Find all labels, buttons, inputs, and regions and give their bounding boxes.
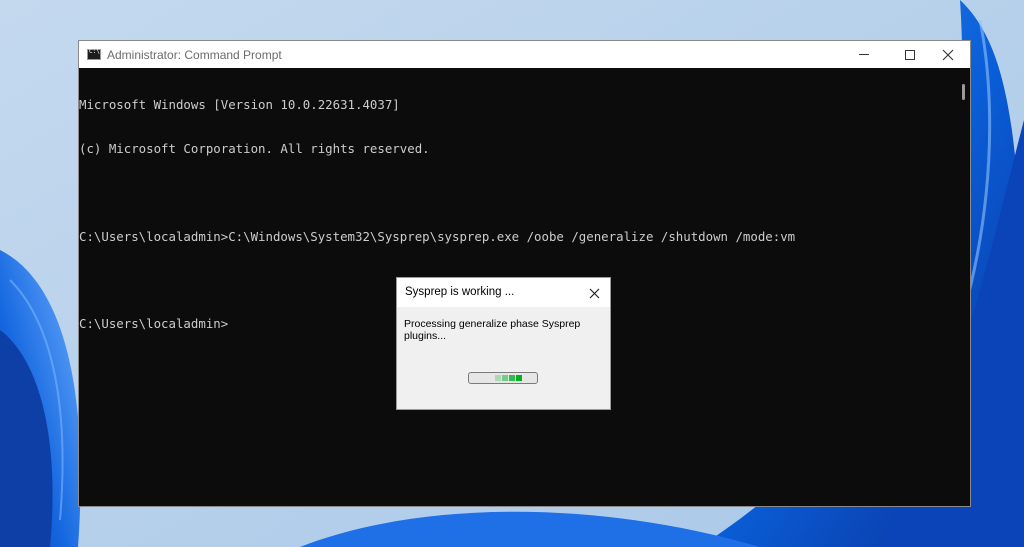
close-button[interactable] (925, 41, 971, 68)
cmd-icon (87, 48, 101, 60)
progress-bar (468, 372, 538, 384)
dialog-titlebar[interactable]: Sysprep is working ... (397, 278, 610, 307)
window-title: Administrator: Command Prompt (107, 48, 282, 62)
close-icon (942, 49, 954, 60)
progress-block (495, 375, 501, 381)
console-line: Microsoft Windows [Version 10.0.22631.40… (79, 97, 400, 113)
dialog-title: Sysprep is working ... (405, 286, 515, 298)
progress-track (469, 373, 537, 383)
close-icon (589, 288, 599, 298)
sysprep-dialog[interactable]: Sysprep is working ... Processing genera… (396, 277, 611, 410)
vertical-scrollbar[interactable] (958, 68, 970, 506)
progress-block (509, 375, 515, 381)
progress-block (516, 375, 522, 381)
progress-block (502, 375, 508, 381)
scroll-thumb[interactable] (962, 84, 965, 100)
console-line: (c) Microsoft Corporation. All rights re… (79, 140, 430, 156)
maximize-icon (905, 49, 915, 60)
console-line: C:\Users\localadmin>C:\Windows\System32\… (79, 228, 796, 244)
cmd-titlebar[interactable]: Administrator: Command Prompt (79, 41, 970, 68)
minimize-button[interactable] (841, 41, 887, 68)
minimize-icon (859, 54, 869, 55)
dialog-close-button[interactable] (585, 284, 603, 302)
dialog-message: Processing generalize phase Sysprep plug… (404, 318, 581, 342)
command-prompt-window[interactable]: Administrator: Command Prompt Microsoft … (78, 40, 971, 507)
